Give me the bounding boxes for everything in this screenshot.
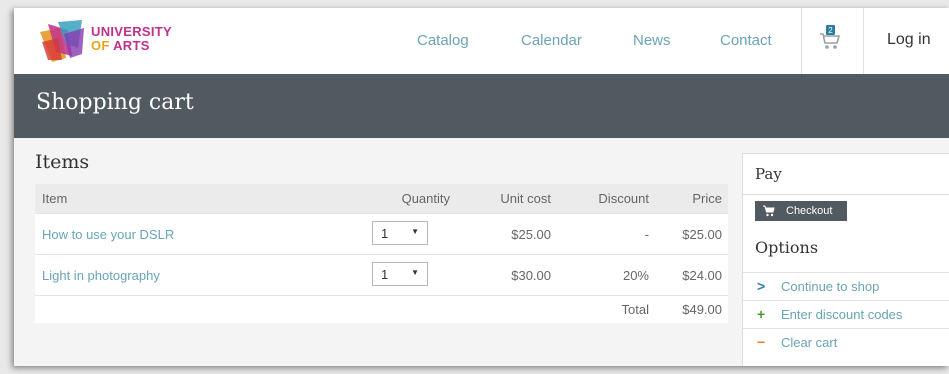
items-heading: Items [35, 151, 90, 173]
column-header-price: Price [655, 184, 728, 214]
option-label: Enter discount codes [781, 307, 903, 322]
table-header-row: Item Quantity Unit cost Discount Price [35, 184, 728, 214]
page-title: Shopping cart [36, 90, 194, 115]
quantity-select[interactable]: 1 ▼ [372, 261, 428, 286]
option-continue-shopping[interactable]: > Continue to shop [743, 272, 949, 300]
total-value: $49.00 [655, 295, 728, 323]
quantity-value: 1 [381, 266, 389, 282]
options-heading: Options [755, 238, 819, 257]
discount-cell: - [557, 213, 655, 255]
discount-cell: 20% [557, 254, 655, 296]
item-link[interactable]: Light in photography [42, 268, 160, 283]
cart-icon [763, 205, 775, 217]
nav-divider [863, 8, 864, 74]
university-logo[interactable]: UNIVERSITY OF ARTS [38, 18, 188, 64]
nav-calendar[interactable]: Calendar [521, 32, 582, 49]
option-label: Clear cart [781, 335, 838, 350]
app-window: UNIVERSITY OF ARTS Catalog Calendar News… [14, 8, 949, 366]
table-row: Light in photography 1 ▼ $30.00 20% $24.… [35, 254, 728, 296]
option-clear-cart[interactable]: − Clear cart [743, 328, 949, 356]
chevron-right-icon: > [757, 278, 766, 294]
dropdown-arrow-icon: ▼ [411, 267, 419, 277]
column-header-item: Item [35, 184, 372, 214]
option-label: Continue to shop [781, 279, 880, 294]
column-header-discount: Discount [557, 184, 655, 214]
total-row: Total $49.00 [35, 295, 728, 323]
table-row: How to use your DSLR 1 ▼ $25.00 - $25.00 [35, 213, 728, 255]
items-table: Item Quantity Unit cost Discount Price H… [35, 184, 728, 323]
plus-icon: + [757, 306, 766, 322]
column-header-quantity: Quantity [372, 184, 450, 214]
page-banner: Shopping cart [14, 74, 949, 138]
minus-icon: − [757, 334, 766, 350]
top-navigation-bar: UNIVERSITY OF ARTS Catalog Calendar News… [14, 8, 949, 74]
logo-text-arts: ARTS [113, 37, 150, 53]
shopping-cart-icon[interactable]: 2 [819, 25, 841, 51]
option-enter-discount-codes[interactable]: + Enter discount codes [743, 300, 949, 328]
unit-cost-cell: $25.00 [450, 213, 557, 255]
unit-cost-cell: $30.00 [450, 254, 557, 296]
login-link[interactable]: Log in [887, 31, 931, 49]
nav-catalog[interactable]: Catalog [417, 32, 469, 49]
column-header-unit-cost: Unit cost [450, 184, 557, 214]
item-link[interactable]: How to use your DSLR [42, 227, 174, 242]
pay-panel: Pay Checkout Options > Continue to shop … [742, 153, 949, 366]
nav-divider [801, 8, 802, 74]
logo-text-line1: UNIVERSITY [91, 24, 173, 39]
dropdown-arrow-icon: ▼ [411, 226, 419, 236]
options-list: > Continue to shop + Enter discount code… [743, 272, 949, 356]
nav-news[interactable]: News [633, 32, 671, 49]
logo-mark-icon [40, 20, 84, 62]
total-label: Total [557, 295, 655, 323]
quantity-value: 1 [381, 225, 389, 241]
price-cell: $25.00 [655, 213, 728, 255]
checkout-label: Checkout [786, 205, 833, 217]
svg-text:2: 2 [828, 26, 833, 35]
nav-contact[interactable]: Contact [720, 32, 772, 49]
price-cell: $24.00 [655, 254, 728, 296]
logo-text-of: OF [91, 37, 110, 53]
pay-title: Pay [755, 165, 782, 183]
quantity-select[interactable]: 1 ▼ [372, 220, 428, 245]
pay-panel-header: Pay [743, 154, 949, 195]
checkout-button[interactable]: Checkout [755, 201, 847, 221]
